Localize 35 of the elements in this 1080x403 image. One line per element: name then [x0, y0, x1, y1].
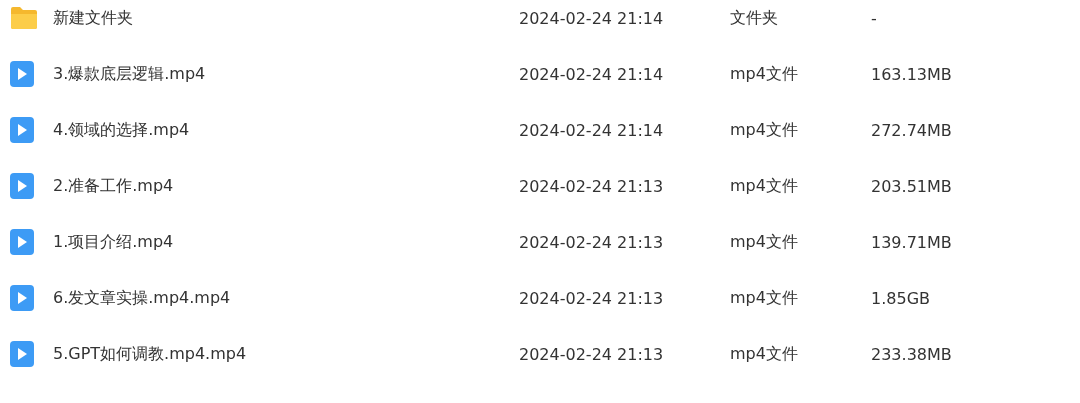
file-name[interactable]: 3.爆款底层逻辑.mp4 — [53, 63, 519, 85]
file-type: mp4文件 — [730, 231, 799, 253]
folder-icon — [10, 6, 38, 30]
file-name[interactable]: 2.准备工作.mp4 — [53, 175, 519, 197]
modified-date: 2024-02-24 21:13 — [519, 288, 665, 308]
modified-date: 2024-02-24 21:13 — [519, 344, 665, 364]
play-icon — [10, 117, 34, 143]
file-size: 203.51MB — [871, 176, 953, 196]
play-icon — [10, 341, 34, 367]
file-size: 272.74MB — [871, 120, 953, 140]
modified-date: 2024-02-24 21:13 — [519, 232, 665, 252]
file-name[interactable]: 新建文件夹 — [53, 7, 519, 29]
modified-date: 2024-02-24 21:14 — [519, 8, 665, 28]
file-name[interactable]: 1.项目介绍.mp4 — [53, 231, 519, 253]
play-icon — [10, 285, 34, 311]
play-icon — [10, 173, 34, 199]
file-type: mp4文件 — [730, 63, 799, 85]
file-size: 163.13MB — [871, 64, 953, 84]
modified-date: 2024-02-24 21:14 — [519, 120, 665, 140]
file-size: 1.85GB — [871, 288, 931, 308]
file-type: mp4文件 — [730, 287, 799, 309]
file-name[interactable]: 6.发文章实操.mp4.mp4 — [53, 287, 519, 309]
file-type: mp4文件 — [730, 119, 799, 141]
file-name[interactable]: 4.领域的选择.mp4 — [53, 119, 519, 141]
file-type: mp4文件 — [730, 175, 799, 197]
file-type: mp4文件 — [730, 343, 799, 365]
play-icon — [10, 61, 34, 87]
modified-date: 2024-02-24 21:13 — [519, 176, 665, 196]
file-type: 文件夹 — [730, 7, 779, 29]
file-size: 233.38MB — [871, 344, 953, 364]
modified-date: 2024-02-24 21:14 — [519, 64, 665, 84]
file-size: - — [871, 8, 878, 28]
file-name[interactable]: 5.GPT如何调教.mp4.mp4 — [53, 343, 519, 365]
file-size: 139.71MB — [871, 232, 953, 252]
play-icon — [10, 229, 34, 255]
